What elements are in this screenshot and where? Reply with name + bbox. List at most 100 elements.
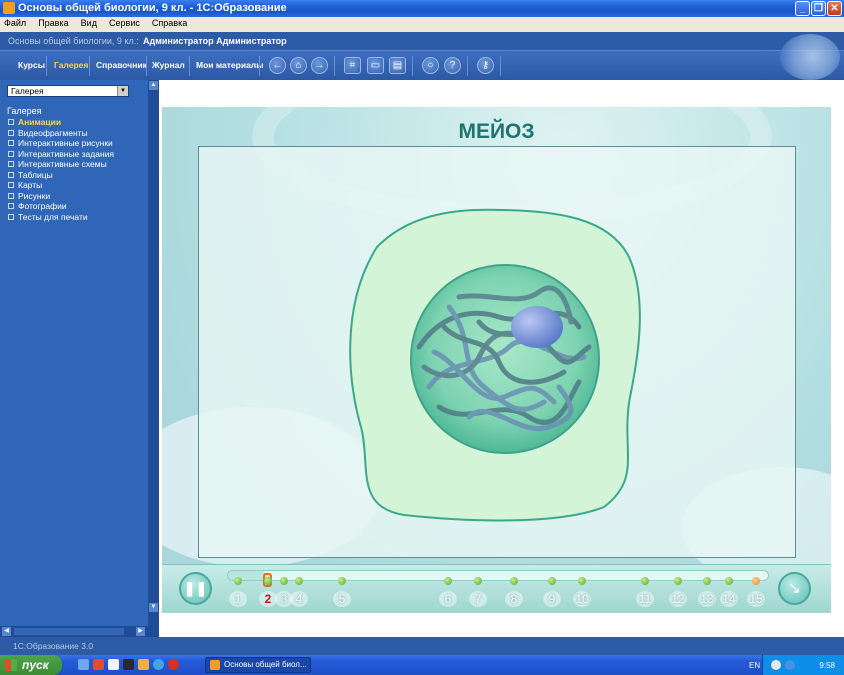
quicklaunch-media-icon[interactable] xyxy=(123,659,134,670)
tree-item-label: Карты xyxy=(18,180,43,190)
quicklaunch-player-icon[interactable] xyxy=(168,659,179,670)
step-number[interactable]: 13 xyxy=(698,591,716,607)
nav-my-materials[interactable]: Мои материалы xyxy=(196,60,263,70)
step-number[interactable]: 10 xyxy=(573,591,591,607)
tree-node-icon xyxy=(8,161,14,167)
step-dot[interactable] xyxy=(578,577,586,585)
step-number[interactable]: 7 xyxy=(469,591,487,607)
step-number[interactable]: 12 xyxy=(669,591,687,607)
sidebar-horizontal-scrollbar[interactable]: ◀ ▶ xyxy=(0,626,159,637)
step-dot[interactable] xyxy=(264,577,272,585)
step-dot[interactable] xyxy=(548,577,556,585)
step-dot[interactable] xyxy=(510,577,518,585)
tree-item-maps[interactable]: Карты xyxy=(8,180,114,191)
taskbar-window-item[interactable]: Основы общей биол... xyxy=(205,657,311,673)
menu-view[interactable]: Вид xyxy=(77,17,102,28)
nav-gallery[interactable]: Галерея xyxy=(54,60,88,70)
chevron-down-icon[interactable]: ▼ xyxy=(117,86,128,96)
back-icon[interactable]: ← xyxy=(269,57,286,74)
step-number[interactable]: 14 xyxy=(720,591,738,607)
minimize-button[interactable]: _ xyxy=(795,1,810,16)
tree-item-animations[interactable]: Анимации xyxy=(8,117,114,128)
tree-root[interactable]: Галерея xyxy=(7,106,42,116)
tree-item-drawings[interactable]: Рисунки xyxy=(8,191,114,202)
step-dot[interactable] xyxy=(295,577,303,585)
taskbar-window-label: Основы общей биол... xyxy=(224,660,307,669)
tree-node-icon xyxy=(8,140,14,146)
step-number[interactable]: 5 xyxy=(333,591,351,607)
menu-file[interactable]: Файл xyxy=(0,17,31,28)
tree-item-label: Тесты для печати xyxy=(18,211,88,222)
scroll-down-icon[interactable]: ▼ xyxy=(149,603,158,612)
windows-flag-icon xyxy=(5,659,17,671)
scroll-left-icon[interactable]: ◀ xyxy=(2,627,11,636)
next-step-button[interactable]: ↘ xyxy=(778,572,811,605)
quicklaunch-browser-icon[interactable] xyxy=(153,659,164,670)
tree-item-label: Видеофрагменты xyxy=(18,127,88,138)
tree-item-tables[interactable]: Таблицы xyxy=(8,170,114,181)
step-dot[interactable] xyxy=(752,577,760,585)
app-header: Основы общей биологии, 9 кл.: Администра… xyxy=(0,32,844,50)
forward-icon[interactable]: → xyxy=(311,57,328,74)
tree-item-interactive-pictures[interactable]: Интерактивные рисунки xyxy=(8,138,114,149)
menu-edit[interactable]: Правка xyxy=(34,17,73,28)
quicklaunch-folder-icon[interactable] xyxy=(138,659,149,670)
tree-item-photos[interactable]: Фотографии xyxy=(8,201,114,212)
gallery-select-value: Галерея xyxy=(11,86,44,96)
step-dot[interactable] xyxy=(234,577,242,585)
scroll-thumb[interactable] xyxy=(14,628,124,635)
language-indicator[interactable]: EN xyxy=(749,661,760,670)
tree-item-interactive-tasks[interactable]: Интерактивные задания xyxy=(8,149,114,160)
scroll-right-icon[interactable]: ▶ xyxy=(136,627,145,636)
close-button[interactable]: ✕ xyxy=(827,1,842,16)
step-number[interactable]: 8 xyxy=(505,591,523,607)
tree-item-video[interactable]: Видеофрагменты xyxy=(8,128,114,139)
step-dot[interactable] xyxy=(280,577,288,585)
step-dot[interactable] xyxy=(474,577,482,585)
presentation-icon[interactable]: ▭ xyxy=(367,57,384,74)
step-dot[interactable] xyxy=(338,577,346,585)
tray-volume-icon[interactable] xyxy=(785,660,795,670)
sidebar: Галерея ▼ Галерея Анимации Видеофрагмент… xyxy=(0,80,148,626)
step-number[interactable]: 11 xyxy=(636,591,654,607)
sidebar-vertical-scrollbar[interactable]: ▲ ▼ xyxy=(148,80,159,626)
step-dot[interactable] xyxy=(641,577,649,585)
maximize-button[interactable]: ❐ xyxy=(811,1,826,16)
nav-reference[interactable]: Справочник xyxy=(96,60,147,70)
menu-service[interactable]: Сервис xyxy=(105,17,145,28)
step-number[interactable]: 6 xyxy=(439,591,457,607)
help-icon[interactable]: ? xyxy=(444,57,461,74)
timeline-track[interactable] xyxy=(227,570,769,581)
toolbar-divider xyxy=(46,56,47,76)
step-dot[interactable] xyxy=(703,577,711,585)
step-number[interactable]: 15 xyxy=(747,591,765,607)
search-icon[interactable]: ○ xyxy=(422,57,439,74)
home-icon[interactable]: ⌂ xyxy=(290,57,307,74)
quicklaunch-ie-icon[interactable] xyxy=(78,659,89,670)
print-icon[interactable]: ▤ xyxy=(389,57,406,74)
menu-help[interactable]: Справка xyxy=(148,17,192,28)
step-dot[interactable] xyxy=(725,577,733,585)
key-icon[interactable]: ⚷ xyxy=(477,57,494,74)
step-number[interactable]: 1 xyxy=(229,591,247,607)
gallery-select[interactable]: Галерея ▼ xyxy=(7,85,129,97)
step-dot[interactable] xyxy=(674,577,682,585)
step-dot[interactable] xyxy=(444,577,452,585)
tray-network-icon[interactable] xyxy=(771,660,781,670)
quicklaunch-doc-icon[interactable] xyxy=(108,659,119,670)
tree-item-print-tests[interactable]: Тесты для печати xyxy=(8,212,114,223)
step-number[interactable]: 4 xyxy=(290,591,308,607)
nav-courses[interactable]: Курсы xyxy=(18,60,45,70)
quicklaunch-app-icon[interactable] xyxy=(93,659,104,670)
nav-journal[interactable]: Журнал xyxy=(152,60,185,70)
tree-item-interactive-schemes[interactable]: Интерактивные схемы xyxy=(8,159,114,170)
nucleolus xyxy=(511,306,563,348)
toolbar-divider xyxy=(146,56,147,76)
tree-node-icon xyxy=(8,182,14,188)
start-button[interactable]: пуск xyxy=(0,655,62,675)
step-number[interactable]: 9 xyxy=(543,591,561,607)
scroll-up-icon[interactable]: ▲ xyxy=(149,81,158,90)
pause-button[interactable]: ❚❚ xyxy=(179,572,212,605)
toolbar-divider xyxy=(259,56,260,76)
fit-icon[interactable]: ⌗ xyxy=(344,57,361,74)
